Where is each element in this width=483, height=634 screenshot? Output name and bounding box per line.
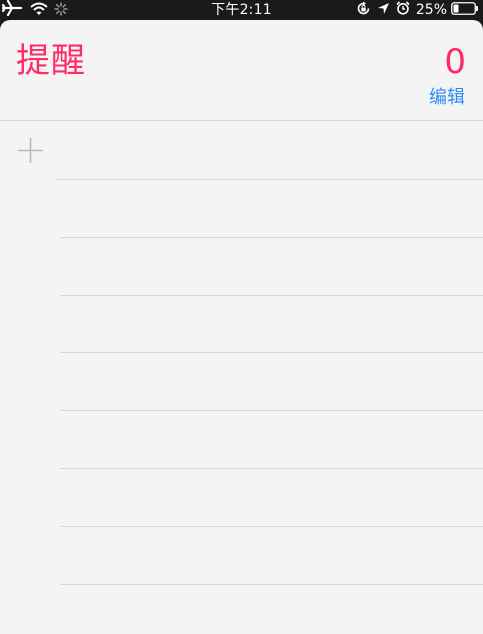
- status-bar-right: 25%: [356, 0, 479, 20]
- status-bar: 下午2:11 25%: [0, 0, 483, 20]
- reminder-row-divider: [60, 584, 483, 585]
- reminder-row-divider: [60, 352, 483, 353]
- battery-percent: 25%: [415, 2, 447, 18]
- reminder-row-divider: [60, 410, 483, 411]
- reminders-screen: 下午2:11 25% 提醒 0 编辑: [0, 0, 483, 634]
- reminder-row-divider: [60, 526, 483, 527]
- battery-icon: [451, 1, 479, 19]
- reminders-card: 提醒 0 编辑: [0, 20, 483, 634]
- header-divider: [0, 120, 483, 121]
- page-title: 提醒: [16, 41, 86, 81]
- orientation-lock-icon: [356, 1, 371, 20]
- edit-button[interactable]: 编辑: [429, 87, 465, 109]
- plus-icon: [18, 138, 43, 163]
- reminder-row-divider: [55, 179, 483, 180]
- location-icon: [377, 2, 390, 19]
- reminder-row-divider: [60, 295, 483, 296]
- reminder-row-divider: [60, 468, 483, 469]
- alarm-icon: [396, 1, 410, 19]
- add-reminder-button[interactable]: [17, 137, 44, 164]
- reminder-count: 0: [444, 42, 466, 82]
- reminder-row-divider: [60, 237, 483, 238]
